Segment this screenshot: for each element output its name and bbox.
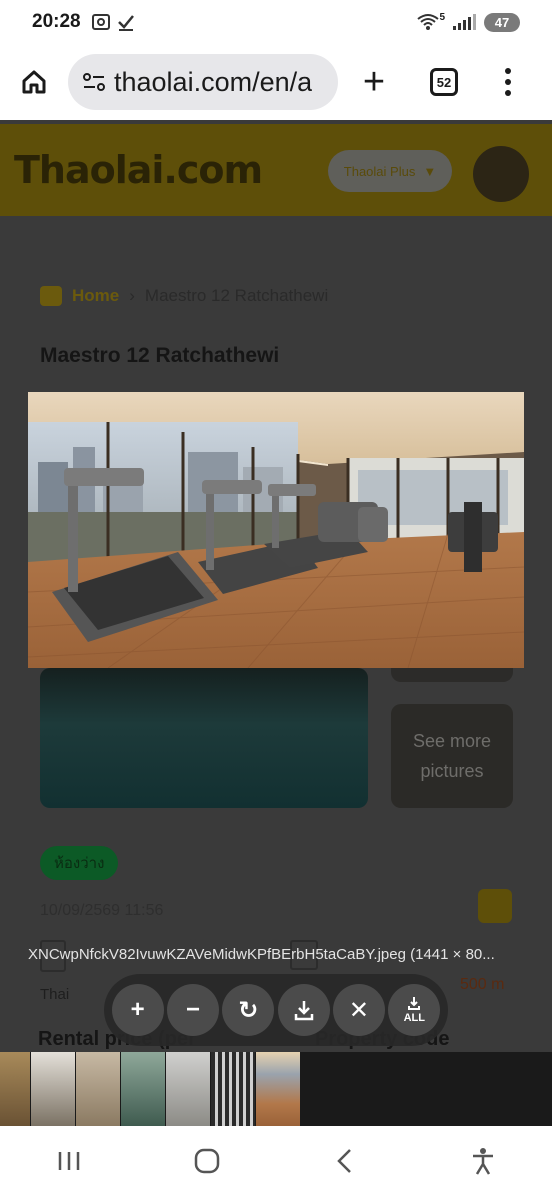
home-folder-icon bbox=[40, 286, 62, 306]
breadcrumb: Home › Maestro 12 Ratchathewi bbox=[40, 286, 328, 306]
zoom-out-icon: − bbox=[185, 996, 200, 1023]
download-all-icon bbox=[408, 997, 421, 1010]
nationality-value: Thai bbox=[40, 986, 70, 1003]
tab-count: 52 bbox=[430, 68, 458, 96]
thumbnail-gym[interactable] bbox=[256, 1052, 300, 1126]
page-title: Maestro 12 Ratchathewi bbox=[40, 344, 280, 367]
pool-photo[interactable] bbox=[40, 668, 368, 808]
clock: 20:28 bbox=[32, 11, 81, 32]
site-logo[interactable]: Thaolai.com bbox=[14, 148, 263, 192]
home-button[interactable] bbox=[0, 44, 68, 120]
thumbnail-bathroom[interactable] bbox=[121, 1052, 165, 1126]
download-button[interactable] bbox=[277, 984, 330, 1036]
zoom-in-button[interactable]: + bbox=[111, 984, 164, 1036]
chevron-right-icon: › bbox=[129, 286, 135, 305]
see-more-pictures-button[interactable]: See more pictures bbox=[391, 704, 513, 808]
rotate-button[interactable]: ↻ bbox=[222, 984, 275, 1036]
battery-icon: 47 bbox=[484, 12, 520, 32]
url-text: thaolai.com/en/a bbox=[114, 66, 313, 97]
wifi-band-label: 5 bbox=[439, 11, 445, 23]
signal-icon bbox=[453, 14, 476, 30]
wifi-icon bbox=[417, 14, 440, 30]
thumbnail-strip bbox=[0, 1052, 552, 1126]
gym-photo bbox=[28, 392, 524, 668]
browser-toolbar: thaolai.com/en/a + 52 bbox=[0, 44, 552, 120]
home-icon bbox=[22, 70, 46, 94]
distance-value: 500 m bbox=[460, 976, 505, 993]
status-badge: ห้องว่าง bbox=[40, 846, 119, 880]
screenshot-icon bbox=[91, 14, 110, 30]
image-caption: XNCwpNfckV82IvuwKZAVeMidwKPfBErbH5taCaBY… bbox=[28, 946, 495, 963]
breadcrumb-current: Maestro 12 Ratchathewi bbox=[144, 286, 329, 305]
home-nav-button[interactable] bbox=[167, 1148, 247, 1174]
recents-icon bbox=[58, 1152, 80, 1170]
thumbnail-kitchen[interactable] bbox=[31, 1052, 75, 1126]
close-button[interactable]: ✕ bbox=[332, 984, 385, 1036]
download-icon bbox=[294, 1001, 313, 1021]
download-all-button[interactable]: ALL bbox=[388, 984, 441, 1036]
share-button[interactable] bbox=[478, 889, 512, 923]
breadcrumb-home[interactable]: Home bbox=[72, 286, 119, 306]
recent-apps-button[interactable] bbox=[29, 1149, 109, 1173]
caret-down-icon: ▼ bbox=[423, 163, 437, 179]
close-icon: ✕ bbox=[348, 996, 370, 1024]
accessibility-icon bbox=[473, 1148, 493, 1175]
system-navigation-bar bbox=[0, 1126, 552, 1196]
thaolai-plus-label: Thaolai Plus bbox=[343, 163, 416, 179]
viewer-image[interactable] bbox=[28, 392, 524, 668]
avatar[interactable] bbox=[473, 146, 529, 202]
thumbnail-bathroom-2[interactable] bbox=[166, 1052, 210, 1126]
status-bar: 20:28 5 47 bbox=[0, 0, 552, 44]
back-icon bbox=[337, 1149, 351, 1173]
download-all-label: ALL bbox=[403, 1012, 425, 1024]
site-header: Thaolai.com Thaolai Plus ▼ bbox=[0, 124, 552, 216]
thumbnail-corridor[interactable] bbox=[211, 1052, 255, 1126]
image-viewer-toolbar: + − ↻ ✕ ALL bbox=[104, 974, 448, 1046]
thaolai-plus-dropdown[interactable]: Thaolai Plus ▼ bbox=[328, 150, 452, 192]
new-tab-button[interactable]: + bbox=[338, 44, 410, 120]
zoom-out-button[interactable]: − bbox=[166, 984, 219, 1036]
accessibility-button[interactable] bbox=[443, 1147, 523, 1175]
rotate-icon: ↻ bbox=[238, 996, 259, 1024]
address-bar[interactable]: thaolai.com/en/a bbox=[68, 54, 338, 110]
thumbnail-living-room[interactable] bbox=[76, 1052, 120, 1126]
more-menu-icon[interactable] bbox=[478, 44, 538, 120]
home-nav-icon bbox=[194, 1148, 220, 1174]
check-icon bbox=[117, 15, 134, 31]
thumbnail-bedroom[interactable] bbox=[0, 1052, 30, 1126]
site-settings-icon[interactable] bbox=[82, 71, 106, 93]
zoom-in-icon: + bbox=[130, 996, 145, 1023]
post-date: 10/09/2569 11:56 bbox=[40, 902, 164, 919]
tab-switcher-button[interactable]: 52 bbox=[410, 44, 478, 120]
back-button[interactable] bbox=[305, 1148, 385, 1174]
